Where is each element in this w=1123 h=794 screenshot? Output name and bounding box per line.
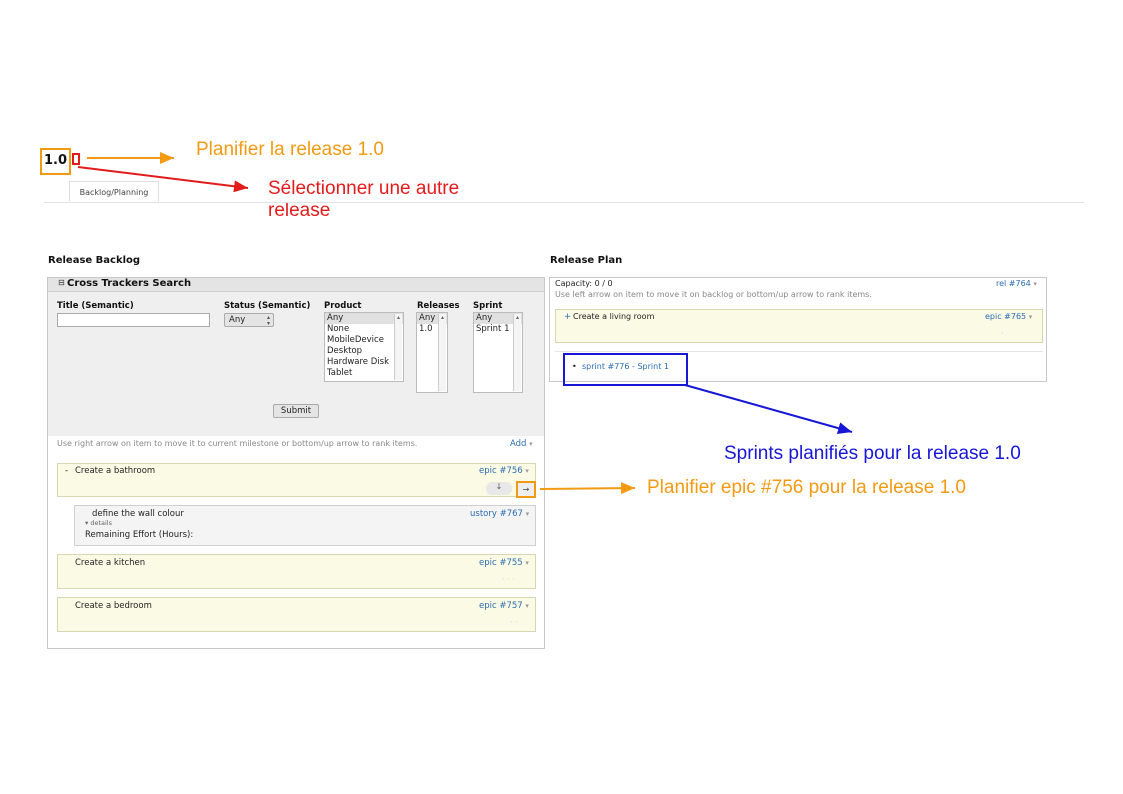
arrow-sprints-planned [684,384,853,434]
annotation-arrows [77,152,853,495]
arrow-select-release [77,166,249,193]
arrow-plan-epic [539,482,636,495]
